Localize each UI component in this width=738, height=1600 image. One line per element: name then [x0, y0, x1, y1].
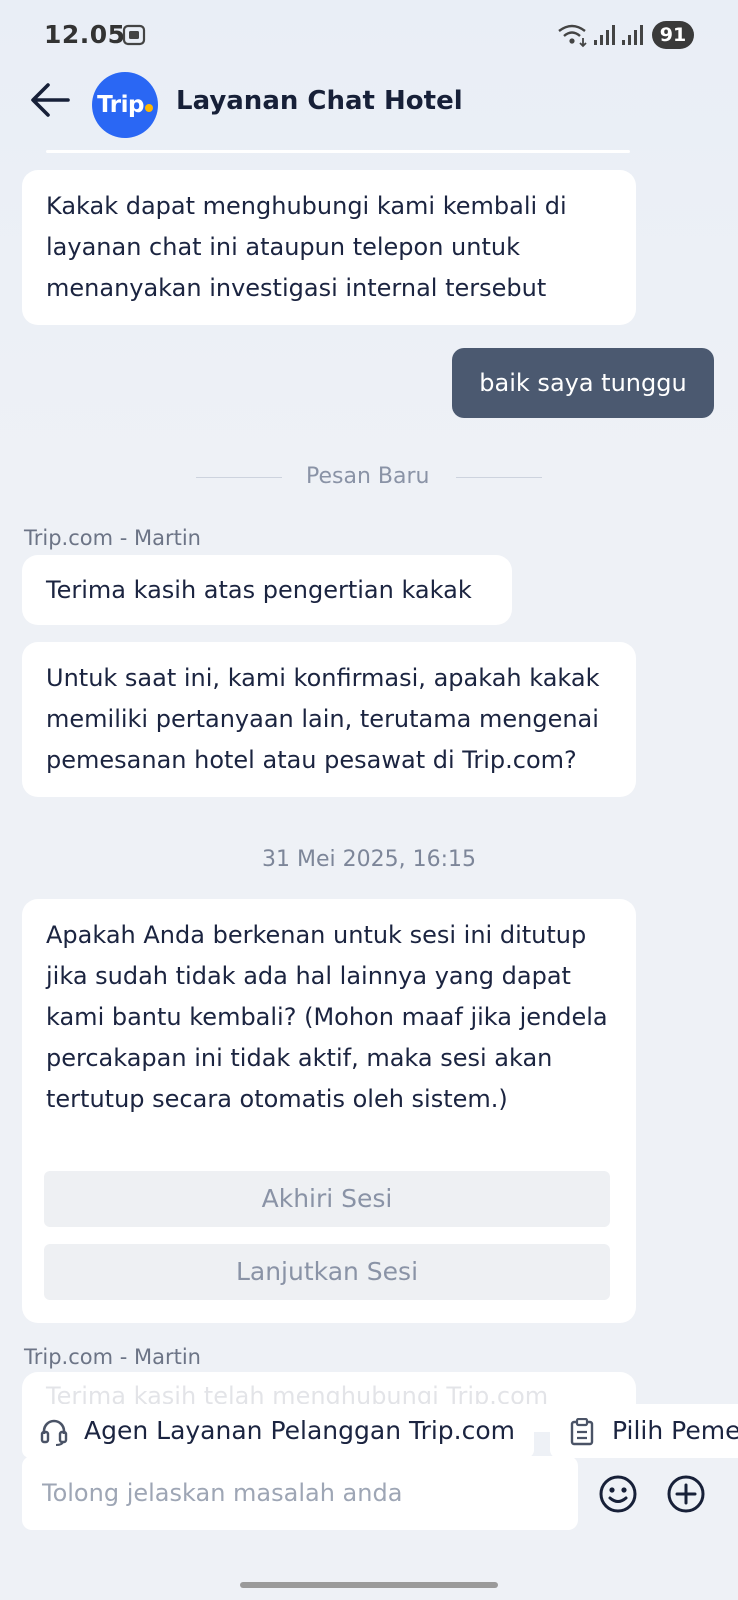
- select-booking-chip[interactable]: Pilih Peme: [550, 1404, 738, 1458]
- new-messages-label: Pesan Baru: [306, 464, 430, 489]
- message-input[interactable]: [42, 1456, 562, 1530]
- logo-text: Trip: [97, 92, 144, 118]
- home-indicator[interactable]: [240, 1582, 498, 1588]
- separator-line-left: [196, 477, 282, 478]
- logo-dot: [144, 104, 153, 112]
- wifi-icon: [558, 24, 587, 48]
- message-input-container: [22, 1456, 578, 1530]
- message-text: Untuk saat ini, kami konfirmasi, apakah …: [46, 664, 600, 774]
- back-arrow-icon[interactable]: [28, 78, 72, 122]
- customer-service-agent-chip[interactable]: Agen Layanan Pelanggan Trip.com: [22, 1404, 534, 1458]
- signal-icon: [594, 25, 615, 45]
- signal-icon-2: [622, 25, 643, 45]
- continue-session-button[interactable]: Lanjutkan Sesi: [44, 1244, 610, 1300]
- scroll-divider: [46, 150, 630, 153]
- status-bar: 12.05 91: [0, 0, 738, 70]
- add-attachment-icon[interactable]: [666, 1474, 706, 1514]
- session-prompt-card: Apakah Anda berkenan untuk sesi ini ditu…: [22, 899, 636, 1323]
- trip-logo: Trip: [92, 72, 158, 138]
- screen-record-icon: [122, 24, 146, 46]
- agent-message: Terima kasih atas pengertian kakak: [22, 555, 512, 625]
- status-time: 12.05: [44, 20, 126, 49]
- battery-indicator: 91: [652, 21, 694, 49]
- separator-line-right: [456, 477, 542, 478]
- message-text: baik saya tunggu: [479, 369, 687, 397]
- agent-message: Kakak dapat menghubungi kami kembali di …: [22, 170, 636, 325]
- chip-label: Agen Layanan Pelanggan Trip.com: [84, 1416, 516, 1445]
- chip-label: Pilih Peme: [612, 1416, 738, 1445]
- page-title: Layanan Chat Hotel: [176, 86, 463, 116]
- headset-icon: [40, 1419, 68, 1446]
- emoji-icon[interactable]: [598, 1474, 638, 1514]
- message-text: Apakah Anda berkenan untuk sesi ini ditu…: [46, 921, 608, 1113]
- end-session-button[interactable]: Akhiri Sesi: [44, 1171, 610, 1227]
- message-timestamp: 31 Mei 2025, 16:15: [262, 847, 476, 872]
- user-message: baik saya tunggu: [452, 348, 714, 418]
- message-text: Kakak dapat menghubungi kami kembali di …: [46, 192, 567, 302]
- message-text: Terima kasih atas pengertian kakak: [46, 576, 472, 604]
- sender-name: Trip.com - Martin: [24, 526, 201, 550]
- clipboard-icon: [570, 1418, 594, 1446]
- chat-header: Trip Layanan Chat Hotel: [0, 72, 738, 138]
- sender-name: Trip.com - Martin: [24, 1345, 201, 1369]
- agent-message: Untuk saat ini, kami konfirmasi, apakah …: [22, 642, 636, 797]
